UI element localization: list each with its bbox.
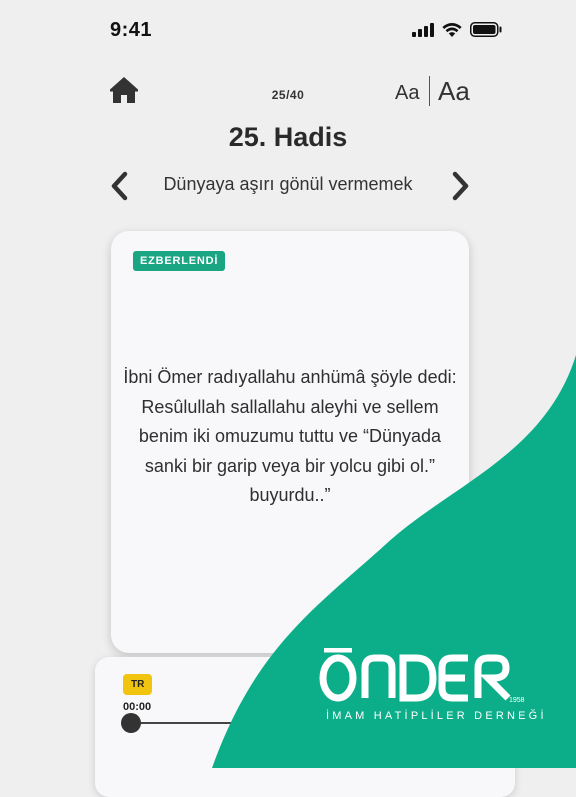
hadis-subtitle: Dünyaya aşırı gönül vermemek	[163, 174, 413, 194]
top-bar: 25/40 Aa Aa	[0, 70, 576, 114]
memorized-badge[interactable]: EZBERLENDİ	[133, 251, 226, 271]
logo-subtitle: İMAM HATİPLİLER DERNEĞİ	[326, 710, 547, 722]
status-icons	[412, 22, 502, 37]
current-time: 00:00	[123, 701, 152, 713]
chevron-right-icon[interactable]	[446, 170, 474, 202]
hadis-card: EZBERLENDİ İbni Ömer radıyallahu anhümâ …	[111, 231, 469, 653]
status-bar: 9:41	[0, 0, 576, 60]
hadis-text: İbni Ömer radıyallahu anhümâ şöyle dedi:…	[123, 367, 457, 505]
signal-icon	[412, 22, 434, 37]
page-title: 25. Hadis	[228, 122, 348, 152]
page-counter: 25/40	[271, 88, 305, 102]
status-time: 9:41	[110, 19, 153, 41]
progress-knob[interactable]	[121, 713, 141, 733]
hadis-navigation: Dünyaya aşırı gönül vermemek	[0, 168, 576, 204]
wifi-icon	[442, 23, 462, 37]
battery-icon	[470, 22, 502, 37]
logo-year: 1958	[509, 697, 525, 704]
font-size-divider	[429, 76, 430, 106]
font-decrease-button[interactable]: Aa	[395, 82, 419, 105]
language-badge[interactable]: TR	[123, 674, 153, 695]
font-increase-button[interactable]: Aa	[438, 76, 470, 107]
